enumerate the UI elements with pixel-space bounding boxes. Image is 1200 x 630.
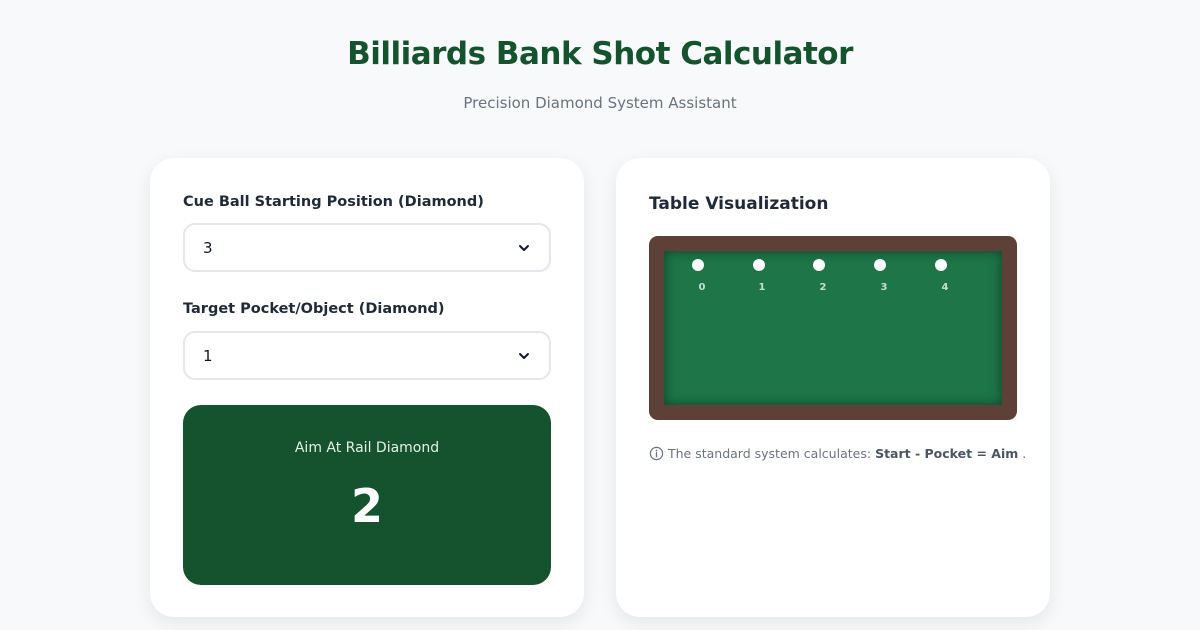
target-pocket-select[interactable]: 1: [183, 331, 551, 380]
rail-diamond-1: [753, 259, 765, 271]
rail-diamond-0: [692, 259, 704, 271]
visualization-title: Table Visualization: [649, 194, 829, 214]
target-pocket-label: Target Pocket/Object (Diamond): [183, 301, 445, 317]
info-text-prefix: The standard system calculates:: [668, 446, 872, 461]
chevron-down-icon: [519, 244, 529, 251]
pool-table-rail: 0 1 2 3 4: [649, 236, 1017, 420]
pool-table-felt: 0 1 2 3 4: [664, 251, 1002, 405]
target-pocket-value: 1: [203, 346, 213, 365]
diamond-number: 2: [819, 282, 827, 293]
start-position-select[interactable]: 3: [183, 223, 551, 272]
calculator-card: Cue Ball Starting Position (Diamond) 3 T…: [150, 158, 584, 617]
rail-diamond-4: [935, 259, 947, 271]
chevron-down-icon: [519, 352, 529, 359]
diamond-number: 0: [698, 282, 706, 293]
info-formula: Start - Pocket = Aim: [875, 446, 1019, 461]
rail-diamond-3: [874, 259, 886, 271]
info-icon: [649, 446, 664, 461]
start-position-label: Cue Ball Starting Position (Diamond): [183, 194, 484, 210]
aim-result-label: Aim At Rail Diamond: [294, 440, 440, 456]
aim-result-value: 2: [350, 479, 383, 533]
aim-result-panel: Aim At Rail Diamond 2: [183, 405, 551, 585]
diamond-number: 1: [758, 282, 766, 293]
visualization-card: Table Visualization 0 1 2 3 4 The standa…: [616, 158, 1050, 617]
diamond-number: 4: [941, 282, 949, 293]
diamond-number: 3: [880, 282, 888, 293]
page-title: Billiards Bank Shot Calculator: [347, 36, 853, 72]
info-text-suffix: .: [1022, 446, 1027, 461]
system-info-note: The standard system calculates: Start - …: [649, 446, 1026, 461]
rail-diamond-2: [813, 259, 825, 271]
start-position-value: 3: [203, 238, 213, 257]
page-subtitle: Precision Diamond System Assistant: [463, 94, 737, 112]
